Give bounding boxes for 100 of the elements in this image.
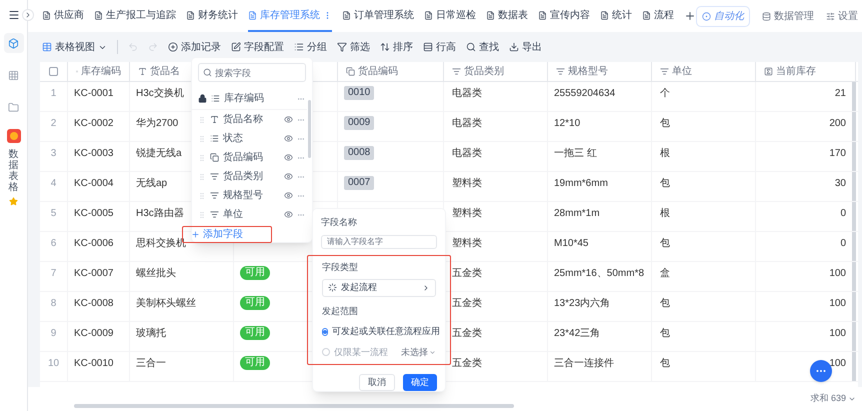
table-cell: 华为2700	[136, 118, 178, 129]
tab[interactable]: 财务统计	[186, 0, 238, 32]
table-cell: KC-0009	[74, 328, 114, 339]
field-type-selector[interactable]: 发起流程	[322, 278, 436, 296]
table-cell: 25559204634	[554, 88, 616, 99]
radio-label: 仅限某一流程	[334, 346, 388, 358]
file-icon	[248, 10, 257, 20]
row-number: 4	[50, 178, 56, 189]
table-cell: 19mm*6mm	[554, 178, 608, 189]
table-cell: H3c路由器	[136, 208, 184, 219]
tab[interactable]: 订单管理系统	[342, 0, 414, 32]
file-icon	[538, 10, 547, 20]
toolbar-button[interactable]: 分组	[294, 40, 327, 54]
column-header: 库存编码	[81, 64, 121, 79]
table-cell: 100	[829, 268, 846, 279]
file-icon	[642, 10, 651, 20]
toolbar-button[interactable]: 行高	[423, 40, 456, 54]
code-tag: 0008	[344, 146, 374, 160]
table-cell: 锐捷无线a	[136, 148, 182, 159]
chevron-icon	[422, 284, 430, 292]
confirm-button[interactable]: 确定	[403, 374, 437, 391]
toolbar-button[interactable]: 查找	[466, 40, 499, 54]
table-cell: 12*10	[554, 118, 580, 129]
eye-icon	[284, 210, 293, 219]
row-number: 3	[50, 148, 56, 159]
radio-button[interactable]	[322, 328, 328, 336]
table-cell: 包	[660, 118, 670, 129]
scrollbar[interactable]	[74, 404, 514, 408]
table-cell: 30	[834, 178, 846, 189]
table-cell: 100	[829, 298, 846, 309]
field-item[interactable]: 货品类别	[192, 167, 307, 186]
field-item[interactable]: 货品名称	[192, 110, 307, 129]
app-icon[interactable]	[6, 129, 20, 143]
undo-icon	[128, 42, 138, 52]
code-tag: 0009	[344, 116, 374, 130]
grid-icon	[8, 70, 19, 80]
table-cell: KC-0008	[74, 298, 114, 309]
column-header: 单位	[672, 64, 692, 79]
toolbar-button[interactable]: 排序	[380, 40, 413, 54]
table-cell: 200	[829, 118, 846, 129]
table-cell: 三合一	[136, 358, 166, 369]
table-cell: M10*45	[554, 238, 588, 249]
row-number: 9	[50, 328, 56, 339]
tab[interactable]: 数据表	[486, 0, 528, 32]
field-item[interactable]: 规格型号	[192, 186, 307, 205]
table-cell: 五金类	[452, 298, 482, 309]
group-icon	[294, 42, 304, 52]
file-icon	[94, 10, 103, 20]
automation-icon	[702, 12, 711, 20]
select-all-checkbox[interactable]	[49, 67, 58, 76]
settings-icon	[826, 12, 835, 20]
tab[interactable]: 供应商	[42, 0, 84, 32]
tab[interactable]: 库存管理系统	[248, 0, 332, 32]
table-cell: 包	[660, 298, 670, 309]
data-management-button[interactable]: 数据管理	[762, 8, 814, 24]
field-name: 规格型号	[223, 188, 264, 203]
search-field[interactable]: 搜索字段	[198, 63, 306, 82]
table-cell: 13*23内六角	[554, 298, 610, 309]
star-icon	[9, 197, 18, 206]
toolbar-button[interactable]: 字段配置	[231, 40, 284, 54]
table-cell: 玻璃托	[136, 328, 166, 339]
sidebar-nav-button[interactable]	[4, 33, 24, 53]
table-cell: 28mm*1m	[554, 208, 600, 219]
toolbar-button[interactable]: 添加记录	[168, 40, 221, 54]
row-number: 1	[50, 88, 56, 99]
tab[interactable]: 流程	[642, 0, 674, 32]
settings-button[interactable]: 设置	[826, 8, 858, 24]
field-name-input[interactable]: 请输入字段名字	[321, 234, 437, 249]
process-select[interactable]: 未选择	[401, 346, 436, 359]
sort-icon	[380, 42, 390, 52]
scrollbar[interactable]	[308, 100, 311, 158]
tab[interactable]: 生产报工与追踪	[94, 0, 176, 32]
row-number: 5	[50, 208, 56, 219]
tab[interactable]: 日常巡检	[424, 0, 476, 32]
field-item[interactable]: 库存编码	[192, 88, 307, 110]
field-item[interactable]: 单位	[192, 205, 307, 224]
table-icon	[42, 42, 52, 52]
status-tag: 可用	[240, 356, 270, 370]
cube-icon	[8, 38, 19, 48]
cancel-button[interactable]: 取消	[359, 374, 395, 391]
file-icon	[42, 10, 51, 20]
toolbar-button[interactable]: 筛选	[337, 40, 370, 54]
field-item[interactable]: 状态	[192, 129, 307, 148]
view-selector[interactable]: 表格视图	[42, 40, 107, 54]
table-cell: 包	[660, 358, 670, 369]
chevron-icon	[24, 11, 32, 19]
add-field-button[interactable]: 添加字段	[182, 226, 272, 243]
tab[interactable]: 宣传内容	[538, 0, 590, 32]
eye-icon	[284, 134, 293, 143]
table-cell: 包	[660, 238, 670, 249]
code-tag: 0010	[344, 86, 374, 100]
table-cell: 包	[660, 178, 670, 189]
table-cell: 五金类	[452, 328, 482, 339]
tab[interactable]: 统计	[600, 0, 632, 32]
menu-icon	[8, 9, 20, 21]
field-item[interactable]: 货品编码	[192, 148, 307, 167]
table-cell: 0	[840, 208, 846, 219]
sum-selector[interactable]: 求和 639	[810, 392, 856, 406]
table-cell: 包	[660, 328, 670, 339]
toolbar-button[interactable]: 导出	[509, 40, 542, 54]
